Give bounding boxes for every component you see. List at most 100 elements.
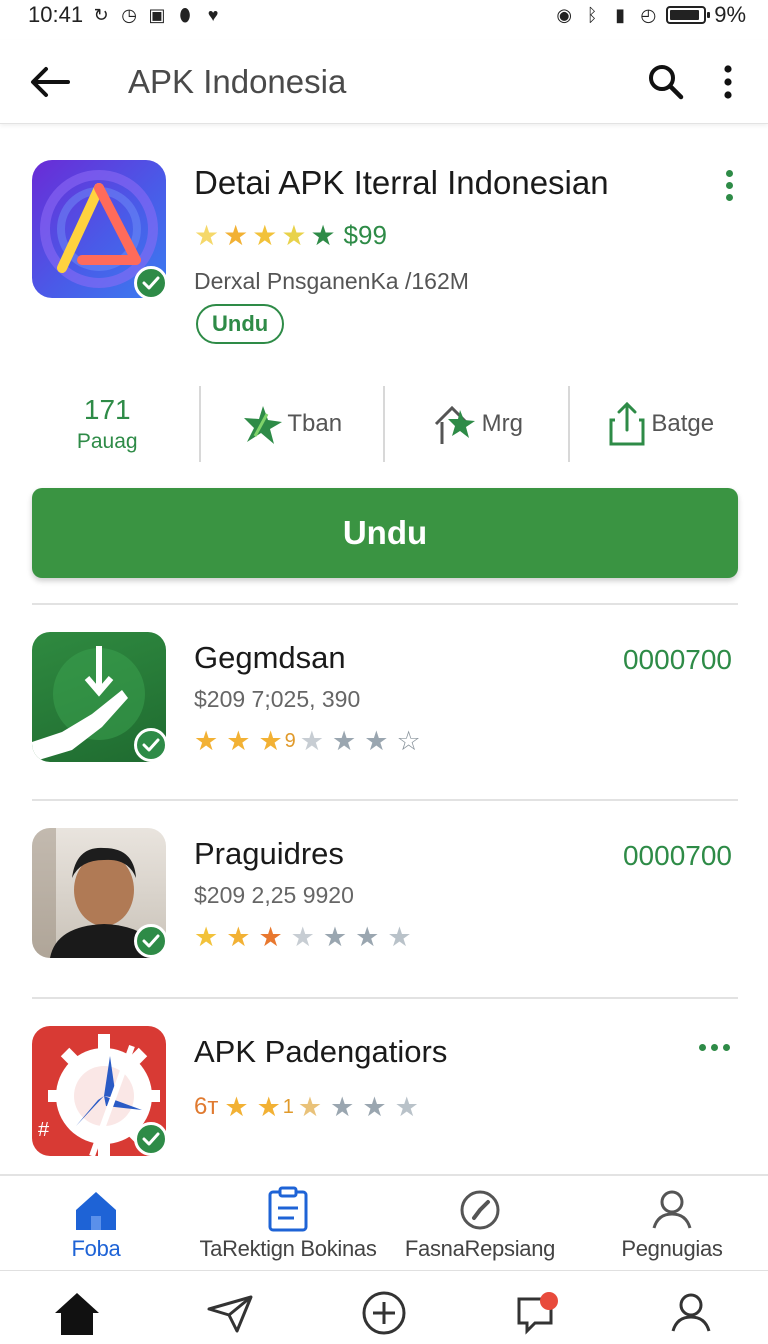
star-icon: ★ [226, 922, 251, 952]
verified-icon [134, 266, 168, 300]
system-navigation [0, 1270, 768, 1344]
star-icon: ★ [330, 1092, 355, 1122]
list-item-meta: $209 2,25 9920 [194, 882, 354, 908]
home-nav-button[interactable] [49, 1285, 105, 1341]
download-pill-button[interactable]: Undu [196, 304, 285, 344]
star-icon: ★ [258, 922, 283, 952]
dot [711, 1044, 718, 1051]
verified-icon [134, 924, 168, 958]
share-icon [609, 401, 645, 446]
star-icon: ★ [332, 726, 357, 756]
sync-icon: ↻ [93, 5, 109, 25]
star-icon: ★ [224, 1092, 249, 1122]
stat-count-label: Pauag [76, 430, 138, 453]
status-right: ◉ ᛒ ▮ ◴ 9% [554, 2, 746, 28]
notifications-nav-button[interactable] [510, 1285, 566, 1341]
star-icon: ★ [194, 726, 219, 756]
divider [32, 603, 738, 605]
send-icon [207, 1295, 253, 1333]
stat-action-2[interactable]: Mrg [383, 386, 568, 462]
stats-row: 171 Pauag Tban Mrg Batge [16, 382, 752, 466]
dot [725, 194, 733, 201]
battery-icon [666, 6, 711, 24]
status-left: 10:41 ↻ ◷ ▣ ⬮ ♥ [28, 2, 223, 28]
wifi-icon: ◉ [556, 5, 573, 25]
list-item-rating: ★ ★ ★ ★ ★ ★ ★ [194, 922, 412, 952]
search-icon [649, 64, 684, 99]
person-icon [652, 1190, 692, 1229]
stat-action-1[interactable]: Tban [198, 386, 384, 462]
dot [723, 1044, 730, 1051]
star-icon: ★ [297, 1092, 323, 1122]
star-outline-icon: ☆ [396, 726, 421, 756]
stat-action-3[interactable]: Batge [567, 386, 753, 462]
star-icon: ★ [258, 726, 283, 756]
more-vertical-icon [724, 64, 732, 99]
nav-label: FasnaRepsiang [404, 1236, 556, 1261]
app-meta: Derxal PnsganenKa /162M [194, 268, 469, 294]
send-nav-button[interactable] [202, 1285, 258, 1341]
nav-item-bookings[interactable]: TaRektign Bokinas [192, 1176, 384, 1270]
person-icon [671, 1293, 711, 1332]
nav-item-profile[interactable]: Pegnugias [576, 1176, 768, 1270]
app-rating: ★ ★ ★ ★ ★ $99 [194, 220, 387, 251]
overflow-menu-button[interactable] [704, 58, 752, 106]
stat-action-3-label: Batge [651, 410, 715, 437]
nav-label: TaRektign Bokinas [199, 1236, 377, 1261]
star-icon: ★ [194, 922, 219, 952]
arrow-left-icon [31, 66, 70, 97]
search-button[interactable] [642, 58, 690, 106]
home-filled-icon [54, 1293, 99, 1335]
stat-action-1-label: Tban [287, 410, 343, 437]
star-icon: ★ [223, 219, 249, 251]
star-icon: ★ [310, 219, 336, 251]
list-item[interactable]: Praguidres 0000700 $209 2,25 9920 ★ ★ ★ … [32, 828, 738, 968]
status-bar: 10:41 ↻ ◷ ▣ ⬮ ♥ ◉ ᛒ ▮ ◴ 9% [0, 0, 768, 30]
more-horizontal-icon [699, 1044, 706, 1051]
home-icon [76, 1192, 116, 1230]
list-item[interactable]: Gegmdsan 0000700 $209 7;025, 390 ★ ★ ★ 9… [32, 632, 738, 772]
rating-prefix: 6т [194, 1093, 219, 1120]
stat-action-2-label: Mrg [481, 410, 523, 437]
star-icon: ★ [256, 1092, 281, 1122]
list-item-price: 0000700 [622, 840, 732, 871]
timer-icon: ◴ [640, 5, 657, 25]
star-icon: ★ [355, 922, 380, 952]
list-item[interactable]: # APK Padengatiors 6т ★ ★ 1 ★ ★ ★ ★ [32, 1026, 738, 1166]
nav-item-home[interactable]: Foba [0, 1176, 192, 1270]
clipboard-icon [268, 1186, 308, 1232]
verified-icon [134, 1122, 168, 1156]
list-item-rating: ★ ★ ★ 9 ★ ★ ★ ☆ [194, 726, 421, 756]
divider [32, 997, 738, 999]
rating-label: 9 [284, 729, 296, 752]
star-icon: ★ [322, 922, 348, 952]
app-price: $99 [343, 220, 387, 250]
app-bar: APK Indonesia [0, 40, 768, 124]
star-icon: ★ [281, 219, 307, 251]
app-detail-card: Detai APK Iterral Indonesian ★ ★ ★ ★ ★ $… [32, 160, 742, 350]
image-icon: ▣ [148, 5, 166, 25]
stat-count: 171 Pauag [16, 386, 199, 462]
star-icon: ★ [226, 726, 251, 756]
app-more-button[interactable] [722, 170, 736, 201]
location-icon: ♥ [207, 5, 219, 25]
list-item-title: APK Padengatiors [194, 1034, 448, 1069]
signal-icon: ▮ [615, 5, 626, 25]
nav-item-explore[interactable]: FasnaRepsiang [384, 1176, 576, 1270]
shield-icon: ⬮ [179, 5, 191, 25]
list-item-more-button[interactable] [699, 1044, 730, 1051]
bluetooth-icon: ᛒ [586, 5, 598, 25]
download-button[interactable]: Undu [32, 488, 738, 578]
star-icon: ★ [252, 219, 278, 251]
rating-label: 1 [282, 1095, 294, 1118]
star-icon: ★ [387, 922, 412, 952]
add-nav-button[interactable] [356, 1285, 412, 1341]
list-item-rating: 6т ★ ★ 1 ★ ★ ★ ★ [194, 1092, 419, 1122]
back-button[interactable] [24, 56, 76, 108]
star-icon: ★ [290, 922, 315, 952]
star-icon: ★ [364, 726, 389, 756]
battery-percent: 9% [714, 2, 746, 27]
profile-nav-button[interactable] [663, 1285, 719, 1341]
list-item-title: Gegmdsan [194, 640, 346, 675]
chat-badge-icon [517, 1292, 558, 1335]
